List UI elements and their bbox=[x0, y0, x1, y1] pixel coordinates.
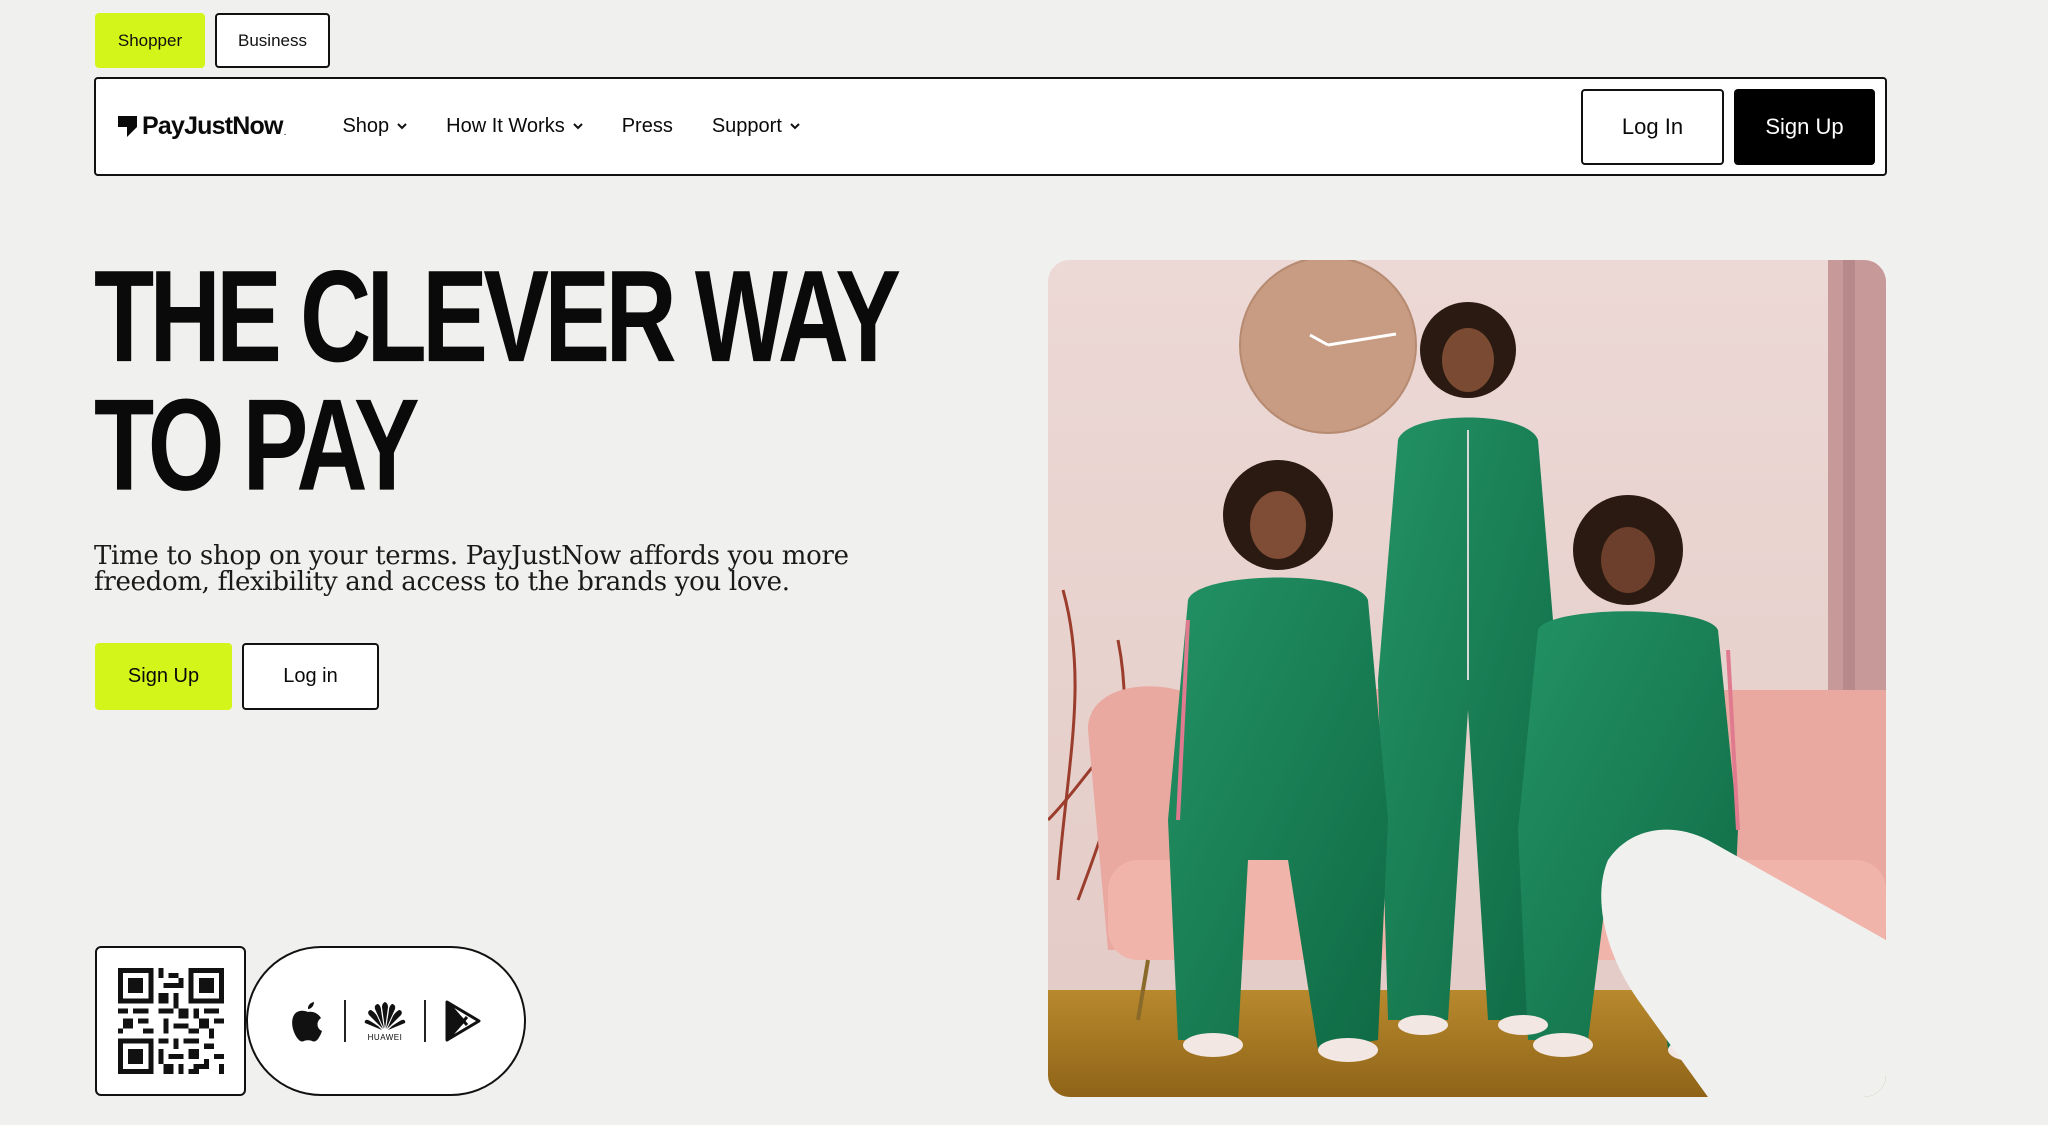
apple-store-link[interactable] bbox=[290, 1000, 326, 1042]
logo[interactable]: PayJustNow . bbox=[118, 107, 286, 147]
nav-item-label: Press bbox=[621, 115, 673, 137]
app-store-links: HUAWEI bbox=[246, 946, 526, 1096]
headline-line-2: TO PAY bbox=[94, 372, 420, 519]
logo-dot: . bbox=[283, 126, 287, 138]
google-play-link[interactable] bbox=[444, 999, 482, 1043]
main-navbar: PayJustNow . Shop How It Works Press Sup… bbox=[94, 77, 1887, 176]
hero-signup-button[interactable]: Sign Up bbox=[95, 643, 232, 710]
qr-code-icon bbox=[117, 968, 224, 1074]
qr-code-card[interactable] bbox=[95, 946, 246, 1096]
logo-text: PayJustNow bbox=[142, 112, 283, 140]
chevron-down-icon bbox=[790, 123, 800, 130]
login-button[interactable]: Log In bbox=[1581, 88, 1724, 165]
audience-switch: Shopper Business bbox=[95, 13, 330, 68]
huawei-store-link[interactable]: HUAWEI bbox=[364, 1001, 406, 1042]
hero-headline: THE CLEVER WAY TO PAY bbox=[94, 243, 901, 519]
shopper-tab[interactable]: Shopper bbox=[95, 13, 205, 68]
hero-cta-group: Sign Up Log in bbox=[95, 643, 379, 710]
hero-photo bbox=[1048, 260, 1886, 1097]
nav-actions: Log In Sign Up bbox=[1581, 88, 1875, 165]
huawei-label: HUAWEI bbox=[367, 1032, 403, 1042]
nav-item-support[interactable]: Support bbox=[712, 115, 800, 138]
chevron-down-icon bbox=[573, 123, 583, 130]
nav-menu: Shop How It Works Press Support bbox=[342, 115, 800, 138]
apple-icon bbox=[292, 1002, 322, 1042]
store-separator bbox=[424, 1000, 426, 1042]
page: Shopper Business PayJustNow . Shop How I… bbox=[0, 0, 2048, 1125]
nav-item-label: How It Works bbox=[446, 115, 565, 137]
google-play-icon bbox=[445, 1000, 481, 1042]
chevron-down-icon bbox=[397, 123, 407, 130]
nav-item-press[interactable]: Press bbox=[622, 115, 673, 138]
hero-login-button[interactable]: Log in bbox=[242, 643, 379, 710]
nav-item-how-it-works[interactable]: How It Works bbox=[446, 115, 583, 138]
nav-item-label: Support bbox=[711, 115, 782, 137]
nav-item-shop[interactable]: Shop bbox=[342, 115, 407, 138]
hero-subtitle: Time to shop on your terms. PayJustNow a… bbox=[94, 541, 849, 597]
business-tab[interactable]: Business bbox=[215, 13, 330, 68]
headline-line-1: THE CLEVER WAY bbox=[94, 243, 901, 390]
logo-mark-icon bbox=[118, 115, 138, 138]
nav-item-label: Shop bbox=[342, 115, 390, 137]
huawei-icon bbox=[364, 1001, 406, 1030]
signup-button[interactable]: Sign Up bbox=[1734, 88, 1875, 165]
store-separator bbox=[344, 1000, 346, 1042]
